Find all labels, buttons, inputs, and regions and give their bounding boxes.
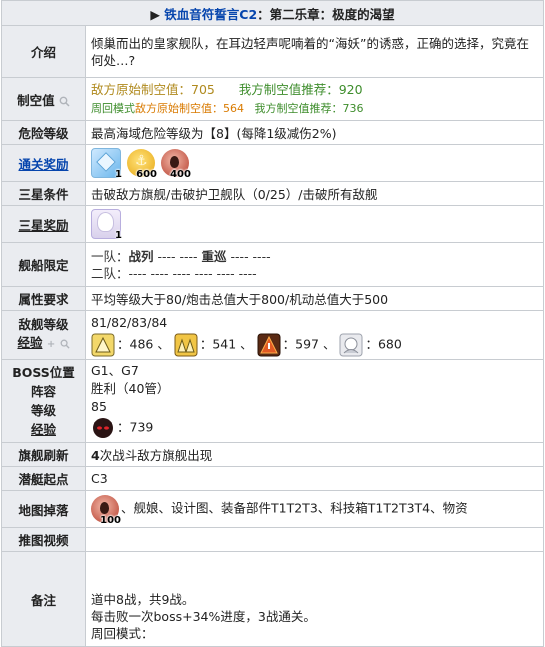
oil-icon[interactable]: 100	[91, 495, 121, 526]
map-drop-items: 100 、舰娘、设计图、装备部件T1T2T3、科技箱T1T2T3T4、物资	[85, 490, 544, 528]
enemy-level-label: 敌舰等级 经验 +	[1, 310, 86, 360]
our-air-power: 我方制空值推荐：920	[238, 82, 363, 97]
attribute-requirement-label: 属性要求	[1, 286, 86, 311]
flagship-refresh-text: 4次战斗敌方旗舰出现	[85, 442, 544, 467]
notes-label: 备注	[1, 551, 86, 647]
fleet2-row: 二队：---- ---- ---- ---- ---- ----	[91, 265, 257, 281]
stage-subtitle: ：第二乐章：极度的渴望	[257, 6, 395, 22]
expand-icon[interactable]: +	[47, 339, 55, 350]
attribute-requirement-text: 平均等级大于80/炮击总值大于800/机动总值大于500	[85, 286, 544, 311]
three-star-reward-items: 1	[85, 205, 544, 243]
map-drop-label: 地图掉落	[1, 490, 86, 528]
oil-icon[interactable]: 400	[160, 149, 191, 180]
clear-reward-items: 1 600 400	[85, 144, 544, 182]
three-star-reward-label: 三星奖励	[1, 205, 86, 243]
fleet1-type-b: 重巡	[201, 248, 227, 264]
large-enemy-icon	[257, 333, 281, 357]
boss-lineup: 胜利（40管）	[91, 381, 170, 396]
clear-reward-label: 通关奖励	[1, 144, 86, 182]
video-label: 推图视频	[1, 527, 86, 552]
video-content	[85, 527, 544, 552]
loop-enemy-air-power: 敌方原始制空值：564	[135, 102, 244, 115]
submarine-start-label: 潜艇起点	[1, 466, 86, 491]
medium-enemy-icon	[174, 333, 198, 357]
notes-line: 道中8战，共9战。	[91, 592, 195, 607]
stage-link[interactable]: 铁血音符誓言C2	[164, 7, 257, 22]
boss-icon	[93, 418, 113, 438]
stage-title: ▶ 铁血音符誓言C2：第二乐章：极度的渴望	[1, 0, 544, 26]
boss-position: G1、G7	[91, 363, 139, 378]
danger-label: 危险等级	[1, 120, 86, 145]
small-enemy-icon	[91, 333, 115, 357]
notes-content: 道中8战，共9战。 每击败一次boss+34%进度，3战通关。 周回模式：	[85, 551, 544, 647]
notes-line: 每击败一次boss+34%进度，3战通关。	[91, 609, 316, 624]
enemy-level-values: 81/82/83/84 ：486 、 ：541 、 ：597 、 ：680	[85, 310, 544, 360]
air-power-values: 敌方原始制空值：705 我方制空值推荐：920 周回模式敌方原始制空值：564 …	[85, 77, 544, 121]
loop-mode-label: 周回模式	[91, 102, 135, 115]
character-icon[interactable]: 1	[91, 209, 122, 241]
air-power-label: 制空值	[1, 77, 86, 121]
search-icon[interactable]	[59, 96, 70, 107]
three-star-condition-text: 击破敌方旗舰/击破护卫舰队（0/25）/击破所有敌舰	[85, 181, 544, 206]
boss-label-group: BOSS位置 阵容 等级 经验	[1, 359, 86, 443]
ship-limit-text: 一队：战列 ---- ---- 重巡 ---- ---- 二队：---- ---…	[85, 242, 544, 287]
intro-text: 倾巢而出的皇家舰队，在耳边轻声呢喃着的“海妖”的诱惑，正确的选择，究竟在何处…?	[85, 25, 544, 78]
submarine-start-text: C3	[85, 466, 544, 491]
danger-text: 最高海域危险等级为【8】(每降1级减伤2%)	[85, 120, 544, 145]
boss-level: 85	[91, 399, 107, 414]
fleet1-type-a: 战列	[128, 248, 154, 264]
gold-coin-icon[interactable]: 600	[126, 149, 157, 180]
three-star-condition-label: 三星条件	[1, 181, 86, 206]
flagship-refresh-label: 旗舰刷新	[1, 442, 86, 467]
search-icon[interactable]	[60, 339, 70, 349]
boss-info: G1、G7 胜利（40管） 85 ：739	[85, 359, 544, 443]
title-arrow: ▶	[150, 6, 165, 22]
notes-line: 周回模式：	[91, 626, 154, 641]
elite-enemy-icon	[339, 333, 363, 357]
blue-cube-icon[interactable]: 1	[91, 148, 122, 180]
intro-label: 介绍	[1, 25, 86, 78]
stage-info-table: ▶ 铁血音符誓言C2：第二乐章：极度的渴望 介绍 倾巢而出的皇家舰队，在耳边轻声…	[1, 0, 544, 647]
ship-limit-label: 舰船限定	[1, 242, 86, 287]
loop-our-air-power: 我方制空值推荐：736	[254, 102, 364, 115]
enemy-air-power: 敌方原始制空值：705	[91, 82, 215, 97]
enemy-levels: 81/82/83/84	[91, 315, 168, 330]
